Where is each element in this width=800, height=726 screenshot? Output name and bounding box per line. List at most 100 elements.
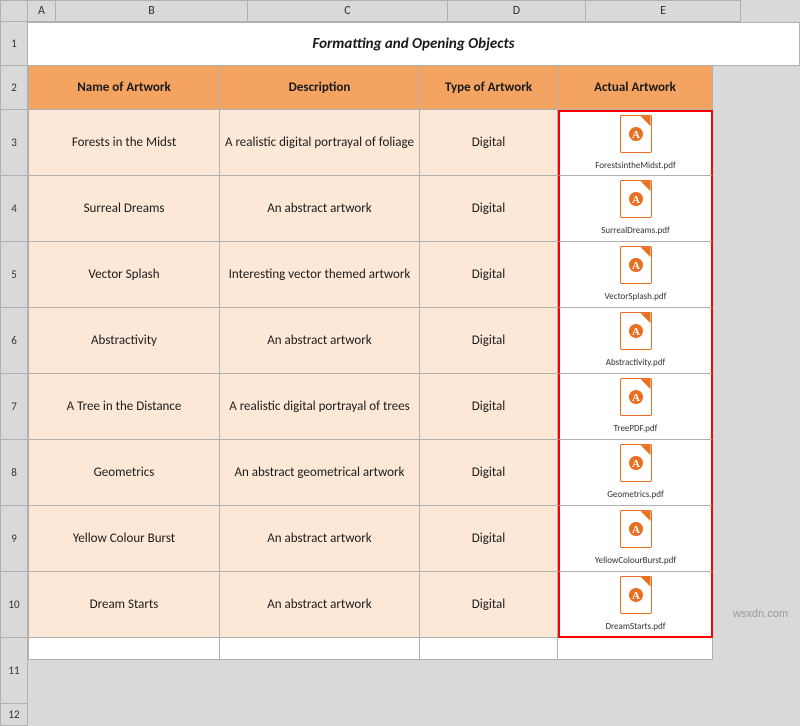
row-7-name: Dream Starts xyxy=(28,572,220,638)
pdf-icon-6: A xyxy=(617,510,655,554)
pdf-icon-1: A xyxy=(617,180,655,224)
pdf-container-1: A SurrealDreams.pdf xyxy=(562,178,709,239)
pdf-icon-5: A xyxy=(617,444,655,488)
pdf-body-3: A xyxy=(620,312,652,350)
row-2-artwork[interactable]: A VectorSplash.pdf xyxy=(558,242,713,308)
header-row: Name of Artwork Description Type of Artw… xyxy=(28,66,800,110)
header-name: Name of Artwork xyxy=(28,66,220,110)
row-4-desc: A realistic digital portrayal of trees xyxy=(220,374,420,440)
table-area: Formatting and Opening Objects Name of A… xyxy=(28,22,800,726)
pdf-filename-7: DreamStarts.pdf xyxy=(605,622,665,633)
title-row: Formatting and Opening Objects xyxy=(28,22,800,66)
row-1-desc: An abstract artwork xyxy=(220,176,420,242)
data-row-0: Forests in the Midst A realistic digital… xyxy=(28,110,800,176)
row-4-type: Digital xyxy=(420,374,558,440)
main-content: 1 2 3 4 5 6 7 8 9 10 11 12 Formatting an… xyxy=(0,22,800,726)
row-6-artwork[interactable]: A YellowColourBurst.pdf xyxy=(558,506,713,572)
pdf-icon-7: A xyxy=(617,576,655,620)
empty-b-12 xyxy=(28,638,220,660)
row-5-desc: An abstract geometrical artwork xyxy=(220,440,420,506)
empty-e-12 xyxy=(558,638,713,660)
row-num-8: 8 xyxy=(0,440,28,506)
row-num-6: 6 xyxy=(0,308,28,374)
data-row-2: Vector Splash Interesting vector themed … xyxy=(28,242,800,308)
row-num-7: 7 xyxy=(0,374,28,440)
header-description: Description xyxy=(220,66,420,110)
svg-text:A: A xyxy=(632,524,640,536)
svg-text:A: A xyxy=(632,326,640,338)
row-0-type: Digital xyxy=(420,110,558,176)
header-artwork: Actual Artwork xyxy=(558,66,713,110)
pdf-filename-1: SurrealDreams.pdf xyxy=(601,226,669,237)
data-row-4: A Tree in the Distance A realistic digit… xyxy=(28,374,800,440)
row-7-artwork[interactable]: A DreamStarts.pdf xyxy=(558,572,713,638)
row-2-type: Digital xyxy=(420,242,558,308)
row-1-artwork[interactable]: A SurrealDreams.pdf xyxy=(558,176,713,242)
row-5-artwork[interactable]: A Geometrics.pdf xyxy=(558,440,713,506)
empty-c-12 xyxy=(220,638,420,660)
pdf-body-6: A xyxy=(620,510,652,548)
pdf-container-6: A YellowColourBurst.pdf xyxy=(562,508,709,569)
pdf-body-4: A xyxy=(620,378,652,416)
row-num-5: 5 xyxy=(0,242,28,308)
corner-cell xyxy=(0,0,28,22)
pdf-icon-2: A xyxy=(617,246,655,290)
col-header-e: E xyxy=(586,0,741,22)
data-row-7: Dream Starts An abstract artwork Digital… xyxy=(28,572,800,638)
row-6-name: Yellow Colour Burst xyxy=(28,506,220,572)
row-6-type: Digital xyxy=(420,506,558,572)
pdf-body-2: A xyxy=(620,246,652,284)
col-header-c: C xyxy=(248,0,448,22)
pdf-container-4: A TreePDF.pdf xyxy=(562,376,709,437)
row-num-10: 10 xyxy=(0,572,28,638)
data-row-1: Surreal Dreams An abstract artwork Digit… xyxy=(28,176,800,242)
empty-row-12 xyxy=(28,638,800,660)
pdf-filename-4: TreePDF.pdf xyxy=(614,424,658,435)
row-4-artwork[interactable]: A TreePDF.pdf xyxy=(558,374,713,440)
pdf-icon-0: A xyxy=(617,115,655,159)
svg-text:A: A xyxy=(632,194,640,206)
row-7-type: Digital xyxy=(420,572,558,638)
row-2-name: Vector Splash xyxy=(28,242,220,308)
pdf-filename-6: YellowColourBurst.pdf xyxy=(595,556,676,567)
svg-text:A: A xyxy=(632,590,640,602)
row-4-name: A Tree in the Distance xyxy=(28,374,220,440)
row-0-artwork[interactable]: A ForestsintheMidst.pdf xyxy=(558,110,713,176)
watermark: wsxdn.com xyxy=(733,608,788,620)
col-header-b: B xyxy=(56,0,248,22)
pdf-container-5: A Geometrics.pdf xyxy=(562,442,709,503)
row-5-type: Digital xyxy=(420,440,558,506)
spreadsheet-title: Formatting and Opening Objects xyxy=(312,35,514,53)
pdf-body-5: A xyxy=(620,444,652,482)
pdf-body-7: A xyxy=(620,576,652,614)
pdf-container-7: A DreamStarts.pdf xyxy=(562,574,709,634)
row-num-12: 12 xyxy=(0,704,28,726)
row-5-name: Geometrics xyxy=(28,440,220,506)
svg-text:A: A xyxy=(632,392,640,404)
row-num-1: 1 xyxy=(0,22,28,66)
row-1-type: Digital xyxy=(420,176,558,242)
pdf-container-2: A VectorSplash.pdf xyxy=(562,244,709,305)
header-type: Type of Artwork xyxy=(420,66,558,110)
row-7-desc: An abstract artwork xyxy=(220,572,420,638)
pdf-container-0: A ForestsintheMidst.pdf xyxy=(562,114,709,173)
empty-d-12 xyxy=(420,638,558,660)
col-header-d: D xyxy=(448,0,586,22)
row-0-desc: A realistic digital portrayal of foliage xyxy=(220,110,420,176)
row-3-desc: An abstract artwork xyxy=(220,308,420,374)
row-0-name: Forests in the Midst xyxy=(28,110,220,176)
row-6-desc: An abstract artwork xyxy=(220,506,420,572)
pdf-filename-3: Abstractivity.pdf xyxy=(606,358,666,369)
pdf-filename-5: Geometrics.pdf xyxy=(607,490,664,501)
pdf-icon-4: A xyxy=(617,378,655,422)
pdf-body-1: A xyxy=(620,180,652,218)
data-row-6: Yellow Colour Burst An abstract artwork … xyxy=(28,506,800,572)
row-numbers: 1 2 3 4 5 6 7 8 9 10 11 12 xyxy=(0,22,28,726)
pdf-container-3: A Abstractivity.pdf xyxy=(562,310,709,371)
row-1-name: Surreal Dreams xyxy=(28,176,220,242)
row-3-artwork[interactable]: A Abstractivity.pdf xyxy=(558,308,713,374)
svg-text:A: A xyxy=(632,458,640,470)
row-num-3: 3 xyxy=(0,110,28,176)
row-num-2: 2 xyxy=(0,66,28,110)
pdf-filename-0: ForestsintheMidst.pdf xyxy=(595,161,676,172)
